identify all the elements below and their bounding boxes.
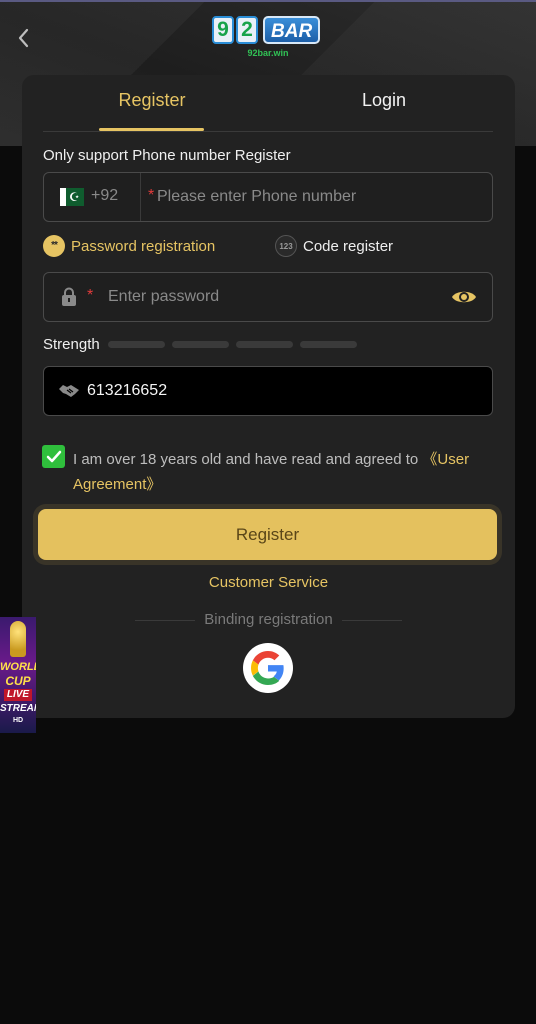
country-code[interactable]: +92	[91, 187, 118, 205]
code-123-icon: 123	[275, 235, 297, 257]
logo-word: BAR	[263, 16, 321, 44]
invite-code-field	[43, 366, 493, 416]
lock-icon	[62, 287, 76, 306]
pakistan-flag-icon: ☪	[60, 188, 84, 206]
phone-input[interactable]	[157, 173, 477, 221]
customer-service-link[interactable]: Customer Service	[22, 574, 515, 591]
banner-line: LIVE	[4, 689, 32, 701]
divider	[140, 173, 141, 221]
strength-segment	[299, 340, 357, 348]
form-hint: Only support Phone number Register	[43, 147, 291, 164]
banner-line: CUP	[5, 674, 31, 688]
password-registration-option[interactable]: ** Password registration	[43, 235, 215, 257]
eye-icon[interactable]	[450, 285, 478, 309]
password-dots-icon: **	[43, 235, 65, 257]
logo-digit: 9	[212, 16, 234, 44]
checkmark-icon	[46, 450, 61, 462]
register-button[interactable]: Register	[38, 509, 497, 560]
divider	[342, 620, 402, 621]
agreement-text: I am over 18 years old and have read and…	[73, 447, 493, 497]
phone-field: ☪ +92 *	[43, 172, 493, 222]
trophy-icon	[10, 621, 26, 657]
google-icon	[251, 651, 284, 685]
banner-line: HD	[12, 717, 24, 724]
required-mark: *	[87, 287, 94, 304]
google-signin-button[interactable]	[243, 643, 293, 693]
strength-label: Strength	[43, 335, 100, 353]
register-card: Register Login Only support Phone number…	[22, 75, 515, 718]
tab-register[interactable]: Register	[100, 90, 204, 120]
password-strength: Strength	[43, 335, 364, 353]
code-register-option[interactable]: 123 Code register	[275, 235, 393, 257]
banner-line: WORLD	[0, 661, 36, 673]
password-field: *	[43, 272, 493, 322]
registration-options: ** Password registration 123 Code regist…	[43, 235, 493, 261]
chevron-left-icon	[18, 28, 29, 48]
brand-logo: 9 2 BAR 92bar.win	[212, 14, 324, 66]
binding-label: Binding registration	[204, 611, 333, 628]
option-label: Password registration	[71, 237, 216, 255]
password-input[interactable]	[108, 273, 438, 321]
binding-registration: Binding registration	[22, 611, 515, 629]
handshake-icon	[59, 385, 79, 397]
agreement-statement: I am over 18 years old and have read and…	[73, 451, 423, 468]
logo-digit: 2	[236, 16, 258, 44]
tab-divider	[43, 131, 493, 132]
banner-line: STREAM	[0, 703, 36, 714]
strength-segment	[171, 340, 229, 348]
tab-bar: Register Login	[22, 75, 515, 132]
back-button[interactable]	[8, 22, 38, 54]
world-cup-stream-banner[interactable]: WORLD CUP LIVE STREAM HD	[0, 617, 36, 733]
strength-segment	[235, 340, 293, 348]
logo-domain: 92bar.win	[247, 48, 289, 58]
divider	[135, 620, 195, 621]
tab-login[interactable]: Login	[332, 90, 436, 120]
invite-code-input[interactable]	[87, 367, 467, 415]
required-mark: *	[148, 187, 155, 204]
option-label: Code register	[303, 237, 394, 255]
agreement-checkbox[interactable]	[42, 445, 65, 468]
strength-segment	[107, 340, 165, 348]
